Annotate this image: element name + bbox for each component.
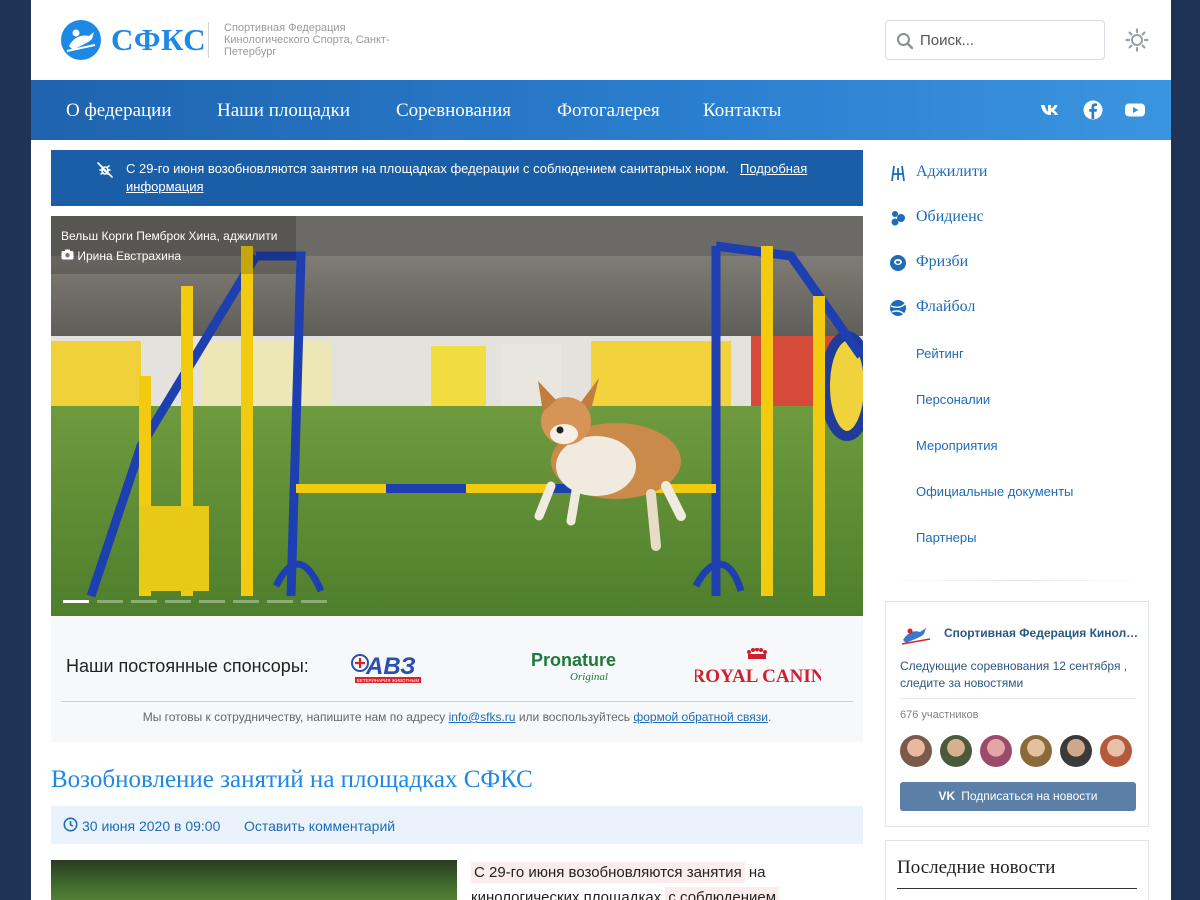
search-box[interactable] [885,20,1105,60]
slider-dots [63,600,327,603]
sidebar-item-agility[interactable]: Аджилити [916,163,987,181]
article-excerpt: С 29-го июня возобновляются занятия на к… [471,860,811,900]
caption-title: Вельш Корги Пемброк Хина, аджилити [61,229,278,243]
camera-icon [61,249,77,263]
photo-slider[interactable]: Вельш Корги Пемброк Хина, аджилити Ирина… [51,216,863,616]
sponsors-section: Наши постоянные спонсоры: АВЗ ВЕТЕРИНАРИ… [51,616,863,742]
nav-item-gallery[interactable]: Фотогалерея [557,100,660,122]
avatar[interactable] [940,735,972,767]
frisbee-icon [889,254,907,272]
vk-members-count[interactable]: 676 участников [900,709,978,721]
cooperation-text: Мы готовы к сотрудничеству, напишите нам… [142,710,772,724]
divider [897,888,1137,889]
latest-news-widget: Последние новости [885,840,1149,900]
divider [900,698,1136,699]
leave-comment-link[interactable]: Оставить комментарий [244,818,395,834]
avz-logo-text: АВЗ [365,653,416,680]
vk-subscribe-button[interactable]: VK Подписаться на новости [900,782,1136,811]
page: СФКС Спортивная Федерация Кинологическог… [31,0,1171,900]
logo-divider [208,22,209,58]
slider-dot[interactable] [233,600,259,603]
vk-member-avatars [900,735,1132,767]
search-input[interactable] [920,29,1096,51]
avatar[interactable] [1020,735,1052,767]
obedience-icon [889,209,907,227]
vk-group-name[interactable]: Спортивная Федерация Кинологического Спо… [944,626,1140,640]
slider-dot[interactable] [301,600,327,603]
flyball-icon [889,299,907,317]
slider-dot[interactable] [199,600,225,603]
sidebar-item-rating[interactable]: Рейтинг [916,346,964,361]
slider-dot[interactable] [97,600,123,603]
slider-dot[interactable] [267,600,293,603]
email-link[interactable]: info@sfks.ru [449,710,516,724]
article-image[interactable] [51,860,457,900]
royal-canin-logo[interactable]: ROYAL CANIN [695,648,821,688]
sidebar-item-events[interactable]: Мероприятия [916,438,998,453]
slide-photo [51,216,863,616]
nav-item-competitions[interactable]: Соревнования [396,100,511,122]
avatar[interactable] [980,735,1012,767]
agility-icon [889,164,907,182]
logo-icon[interactable] [61,20,101,60]
notice-banner: С 29-го июня возобновляются занятия на п… [51,150,863,206]
sidebar-item-obedience[interactable]: Обидиенс [916,208,984,226]
search-icon[interactable] [896,32,914,55]
sidebar-item-documents[interactable]: Официальные документы [916,484,1073,499]
royal-canin-logo-text: ROYAL CANIN [695,666,821,687]
slider-dot[interactable] [165,600,191,603]
avatar[interactable] [1100,735,1132,767]
pronature-logo[interactable]: Pronature Original [529,648,619,688]
slider-dot[interactable] [63,600,89,603]
nav-item-federation[interactable]: О федерации [66,100,172,122]
clock-icon [63,817,78,835]
avz-logo-tagline: ВЕТЕРИНАРИЯ ЖИВОТНЫМ [357,678,420,683]
main-nav: О федерации Наши площадки Соревнования Ф… [31,80,1171,140]
youtube-icon[interactable] [1124,99,1146,121]
divider [886,580,1148,581]
sidebar-item-personalia[interactable]: Персоналии [916,392,990,407]
sidebar-item-partners[interactable]: Партнеры [916,530,976,545]
avatar[interactable] [900,735,932,767]
sidebar-item-flyball[interactable]: Флайбол [916,298,975,316]
feedback-form-link[interactable]: формой обратной связи [633,710,768,724]
slider-dot[interactable] [131,600,157,603]
avz-logo[interactable]: АВЗ ВЕТЕРИНАРИЯ ЖИВОТНЫМ [349,650,423,686]
slide-caption: Вельш Корги Пемброк Хина, аджилити Ирина… [51,216,296,274]
latest-news-title: Последние новости [897,857,1056,878]
sun-icon[interactable] [1125,28,1149,52]
avatar[interactable] [1060,735,1092,767]
vk-icon: VK [938,789,956,803]
no-virus-icon [96,161,114,184]
divider [61,701,853,702]
vk-post-text[interactable]: Следующие соревнования 12 сентября , сле… [900,658,1140,692]
logo-text[interactable]: СФКС [111,22,206,58]
facebook-icon[interactable] [1082,99,1104,121]
vk-icon[interactable] [1039,99,1061,121]
nav-item-contacts[interactable]: Контакты [703,100,781,122]
group-avatar[interactable] [900,622,932,646]
article-meta: 30 июня 2020 в 09:00 Оставить комментари… [51,806,863,844]
nav-item-grounds[interactable]: Наши площадки [217,100,350,122]
notice-text: С 29-го июня возобновляются занятия на п… [126,161,730,176]
site-subtitle: Спортивная Федерация Кинологического Спо… [224,22,390,58]
sponsors-label: Наши постоянные спонсоры: [66,656,309,676]
vk-widget: Спортивная Федерация Кинологического Спо… [885,601,1149,827]
pronature-logo-sub: Original [570,671,608,683]
caption-author: Ирина Евстрахина [77,249,182,263]
sidebar-item-frisbee[interactable]: Фризби [916,253,968,271]
article-date[interactable]: 30 июня 2020 в 09:00 [82,818,220,834]
pronature-logo-text: Pronature [531,650,616,670]
article-title[interactable]: Возобновление занятий на площадках СФКС [51,766,533,794]
